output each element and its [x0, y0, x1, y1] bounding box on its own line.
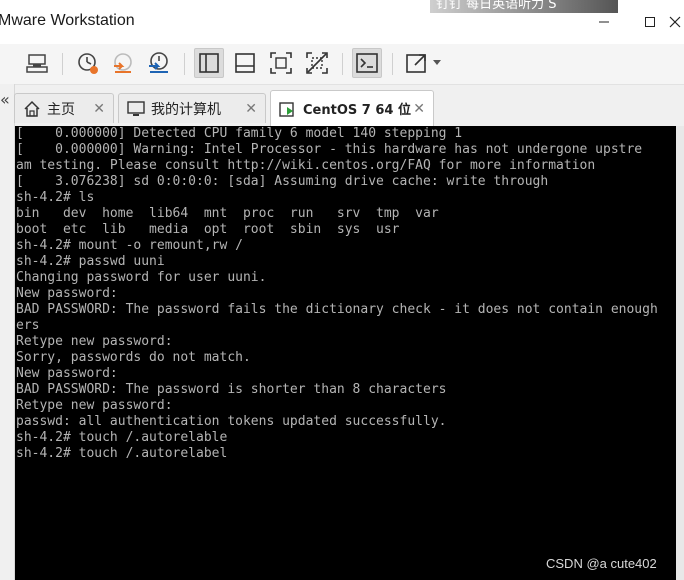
console-line: sh-4.2# ls — [16, 190, 95, 205]
tab-bar: 主页 ✕ 我的计算机 ✕ CentOS 7 64 位 ✕ — [14, 90, 684, 126]
tab-home[interactable]: 主页 ✕ — [14, 93, 114, 123]
console-line: BAD PASSWORD: The password is shorter th… — [16, 382, 447, 397]
stretch-guest-icon — [406, 54, 426, 73]
unity-button[interactable] — [302, 48, 332, 78]
window-title: Mware Workstation — [0, 12, 135, 29]
snapshot-manager-button[interactable] — [144, 48, 174, 78]
revert-snapshot-button[interactable] — [108, 48, 138, 78]
close-tab-icon[interactable]: ✕ — [93, 101, 105, 117]
show-library-icon — [199, 53, 219, 73]
console-line: [ 0.000000] Detected CPU family 6 model … — [16, 126, 463, 141]
revert-snapshot-icon — [114, 53, 132, 73]
console-line: boot etc lib media opt root sbin sys usr — [16, 222, 400, 237]
close-tab-icon[interactable]: ✕ — [413, 101, 425, 117]
console-line: sh-4.2# touch /.autorelabel — [16, 446, 228, 461]
close-icon — [669, 16, 681, 28]
unity-icon — [306, 52, 328, 74]
full-screen-icon — [270, 52, 292, 74]
console-line: Retype new password: — [16, 398, 173, 413]
close-window-button[interactable] — [660, 0, 684, 44]
console-line: ers — [16, 318, 40, 333]
vm-running-icon — [279, 100, 297, 118]
tab-label: 我的计算机 — [151, 101, 221, 118]
console-line: sh-4.2# mount -o remount,rw / — [16, 238, 243, 253]
home-icon — [23, 100, 41, 118]
console-line: Retype new password: — [16, 334, 173, 349]
full-screen-button[interactable] — [266, 48, 296, 78]
console-line: passwd: all authentication tokens update… — [16, 414, 447, 429]
tab-label: 主页 — [47, 101, 75, 118]
toolbar — [0, 44, 684, 85]
watermark: CSDN @a cute402 — [546, 556, 657, 571]
toolbar-separator — [342, 53, 343, 75]
console-line: Changing password for user uuni. — [16, 270, 267, 285]
show-library-button[interactable] — [194, 48, 224, 78]
vm-settings-button[interactable] — [22, 48, 52, 78]
console-output: [ 0.000000] Detected CPU family 6 model … — [15, 126, 676, 462]
vm-settings-icon — [26, 54, 48, 73]
console-line: Sorry, passwords do not match. — [16, 350, 251, 365]
thumbnail-bar-button[interactable] — [230, 48, 260, 78]
console-line: sh-4.2# passwd uuni — [16, 254, 165, 269]
tab-centos[interactable]: CentOS 7 64 位 ✕ — [270, 90, 434, 126]
console-line: [ 0.000000] Warning: Intel Processor - t… — [16, 142, 643, 157]
close-tab-icon[interactable]: ✕ — [245, 101, 257, 117]
library-collapsed-edge[interactable]: « — [0, 84, 15, 580]
tab-label: CentOS 7 64 位 — [303, 103, 411, 118]
overlay-text: 钉钉 每日英语听力 S — [436, 0, 557, 12]
toolbar-separator — [184, 53, 185, 75]
computer-icon — [127, 100, 145, 118]
console-line: [ 3.076238] sd 0:0:0:0: [sda] Assuming d… — [16, 174, 549, 189]
chevron-down-icon — [433, 60, 441, 65]
right-edge — [676, 126, 684, 580]
console-line: sh-4.2# touch /.autorelable — [16, 430, 228, 445]
title-bar: Mware Workstation 钉钉 每日英语听力 S — [0, 0, 684, 44]
console-line: bin dev home lib64 mnt proc run srv tmp … — [16, 206, 439, 221]
snapshot-icon — [78, 53, 98, 74]
maximize-icon — [645, 17, 655, 27]
vm-console[interactable]: [ 0.000000] Detected CPU family 6 model … — [15, 126, 676, 580]
toolbar-separator — [62, 53, 63, 75]
snapshot-manager-icon — [149, 52, 168, 73]
toolbar-separator — [392, 53, 393, 75]
minimize-button[interactable] — [584, 0, 624, 44]
console-view-button[interactable] — [352, 48, 382, 78]
stretch-dropdown-button[interactable] — [428, 48, 446, 78]
console-line: BAD PASSWORD: The password fails the dic… — [16, 302, 658, 317]
console-line: New password: — [16, 286, 118, 301]
thumbnail-bar-icon — [235, 53, 255, 73]
tab-my-computer[interactable]: 我的计算机 ✕ — [118, 93, 266, 123]
console-line: am testing. Please consult http://wiki.c… — [16, 158, 596, 173]
snapshot-button[interactable] — [72, 48, 102, 78]
collapse-arrow-icon: « — [0, 90, 10, 109]
console-line: New password: — [16, 366, 118, 381]
minimize-icon — [599, 21, 609, 23]
console-view-icon — [356, 53, 378, 73]
